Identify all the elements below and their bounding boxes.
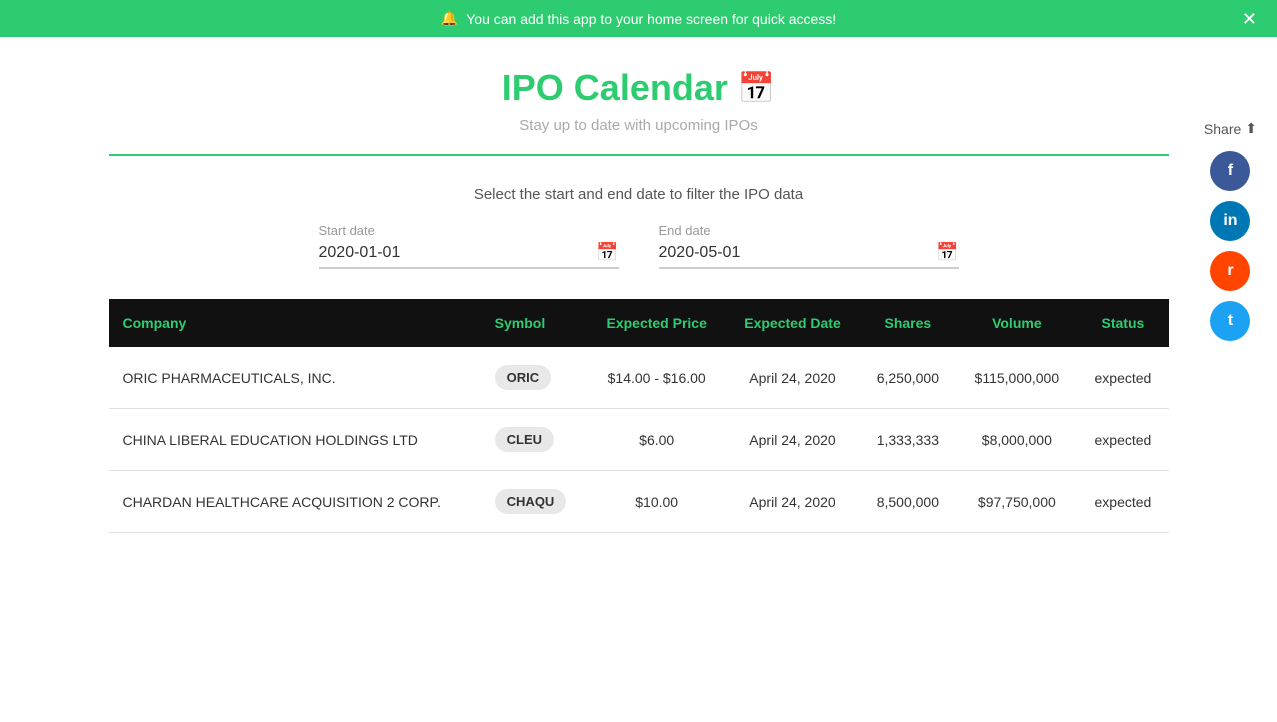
- date-cell: April 24, 2020: [726, 347, 860, 409]
- end-date-wrapper: 📅: [659, 242, 959, 269]
- notification-text: You can add this app to your home screen…: [466, 11, 836, 27]
- shares-cell: 6,250,000: [859, 347, 956, 409]
- date-cell: April 24, 2020: [726, 471, 860, 533]
- page-title: IPO Calendar 📅: [502, 67, 775, 109]
- company-cell: CHARDAN HEALTHCARE ACQUISITION 2 CORP.: [109, 471, 481, 533]
- end-date-calendar-icon[interactable]: 📅: [936, 242, 958, 263]
- volume-cell: $115,000,000: [956, 347, 1077, 409]
- start-date-calendar-icon[interactable]: 📅: [596, 242, 618, 263]
- price-cell: $14.00 - $16.00: [588, 347, 726, 409]
- status-cell: expected: [1077, 347, 1168, 409]
- table-header: Company Symbol Expected Price Expected D…: [109, 299, 1169, 347]
- end-date-field: End date 📅: [659, 223, 959, 269]
- date-inputs: Start date 📅 End date 📅: [109, 223, 1169, 269]
- table-body: ORIC PHARMACEUTICALS, INC. ORIC $14.00 -…: [109, 347, 1169, 533]
- header-divider: [109, 154, 1169, 156]
- table-row: CHINA LIBERAL EDUCATION HOLDINGS LTD CLE…: [109, 409, 1169, 471]
- col-header-volume: Volume: [956, 299, 1077, 347]
- col-header-shares: Shares: [859, 299, 956, 347]
- symbol-badge: ORIC: [495, 365, 552, 390]
- start-date-field: Start date 📅: [319, 223, 619, 269]
- col-header-price: Expected Price: [588, 299, 726, 347]
- date-filter-section: Select the start and end date to filter …: [109, 186, 1169, 269]
- status-cell: expected: [1077, 409, 1168, 471]
- status-cell: expected: [1077, 471, 1168, 533]
- company-cell: ORIC PHARMACEUTICALS, INC.: [109, 347, 481, 409]
- facebook-share-button[interactable]: f: [1210, 151, 1250, 191]
- table-row: CHARDAN HEALTHCARE ACQUISITION 2 CORP. C…: [109, 471, 1169, 533]
- page-header: IPO Calendar 📅 Stay up to date with upco…: [109, 67, 1169, 134]
- table-row: ORIC PHARMACEUTICALS, INC. ORIC $14.00 -…: [109, 347, 1169, 409]
- symbol-badge: CHAQU: [495, 489, 567, 514]
- reddit-share-button[interactable]: r: [1210, 251, 1250, 291]
- linkedin-share-button[interactable]: in: [1210, 201, 1250, 241]
- symbol-cell: CHAQU: [481, 471, 588, 533]
- volume-cell: $8,000,000: [956, 409, 1077, 471]
- start-date-label: Start date: [319, 223, 375, 238]
- shares-cell: 8,500,000: [859, 471, 956, 533]
- symbol-badge: CLEU: [495, 427, 554, 452]
- notification-close-button[interactable]: ✕: [1242, 10, 1257, 28]
- shares-cell: 1,333,333: [859, 409, 956, 471]
- bell-icon: 🔔: [441, 10, 458, 27]
- col-header-symbol: Symbol: [481, 299, 588, 347]
- start-date-input[interactable]: [319, 244, 597, 262]
- volume-cell: $97,750,000: [956, 471, 1077, 533]
- twitter-share-button[interactable]: t: [1210, 301, 1250, 341]
- page-subtitle: Stay up to date with upcoming IPOs: [109, 117, 1169, 134]
- col-header-date: Expected Date: [726, 299, 860, 347]
- end-date-label: End date: [659, 223, 711, 238]
- price-cell: $10.00: [588, 471, 726, 533]
- share-sidebar: Share ⬆ f in r t: [1204, 120, 1257, 341]
- symbol-cell: CLEU: [481, 409, 588, 471]
- share-icon: ⬆: [1245, 120, 1257, 137]
- ipo-table: Company Symbol Expected Price Expected D…: [109, 299, 1169, 533]
- col-header-status: Status: [1077, 299, 1168, 347]
- symbol-cell: ORIC: [481, 347, 588, 409]
- main-content: IPO Calendar 📅 Stay up to date with upco…: [89, 37, 1189, 563]
- col-header-company: Company: [109, 299, 481, 347]
- price-cell: $6.00: [588, 409, 726, 471]
- share-label: Share ⬆: [1204, 120, 1257, 137]
- date-cell: April 24, 2020: [726, 409, 860, 471]
- calendar-icon: 📅: [738, 71, 775, 106]
- notification-banner: 🔔 You can add this app to your home scre…: [0, 0, 1277, 37]
- date-filter-label: Select the start and end date to filter …: [109, 186, 1169, 203]
- start-date-wrapper: 📅: [319, 242, 619, 269]
- company-cell: CHINA LIBERAL EDUCATION HOLDINGS LTD: [109, 409, 481, 471]
- end-date-input[interactable]: [659, 244, 937, 262]
